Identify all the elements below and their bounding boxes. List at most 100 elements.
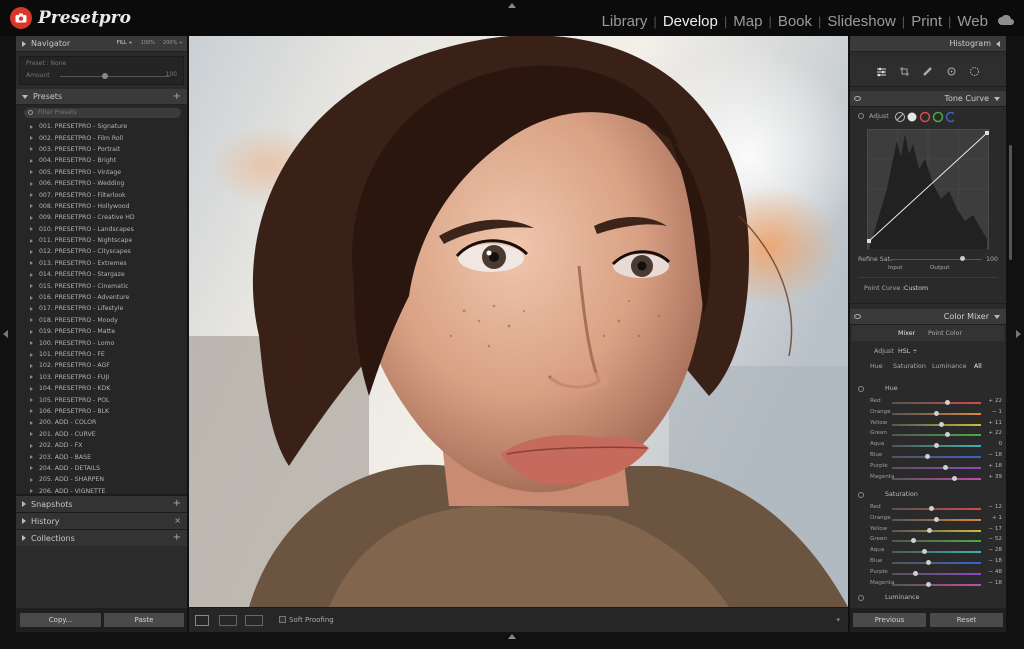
amount-slider-track[interactable] — [60, 76, 170, 77]
preset-folder[interactable]: 005. PRESETPRO - Vintage — [16, 167, 187, 178]
slider-knob[interactable] — [925, 454, 931, 459]
clear-history-icon[interactable]: × — [174, 516, 181, 525]
hsl-tab-all[interactable]: All — [974, 363, 982, 370]
hsl-tab-luminance[interactable]: Luminance — [932, 363, 966, 370]
cloud-icon[interactable] — [998, 15, 1014, 25]
slider-knob[interactable] — [944, 432, 950, 438]
preset-folder[interactable]: 012. PRESETPRO - Cityscapes — [16, 246, 187, 257]
hue-slider-green[interactable]: Green + 22 — [858, 429, 1002, 440]
add-collection-icon[interactable]: + — [173, 533, 181, 543]
saturation-slider-red[interactable]: Red − 12 — [858, 503, 1002, 514]
slider-track[interactable] — [892, 540, 981, 543]
slider-track[interactable] — [892, 423, 981, 426]
snapshots-header[interactable]: Snapshots + — [16, 495, 187, 512]
saturation-slider-yellow[interactable]: Yellow − 17 — [858, 525, 1002, 536]
module-map[interactable]: Map — [733, 13, 762, 30]
preset-folder[interactable]: 100. PRESETPRO - Lomo — [16, 337, 187, 348]
target-adjust-icon[interactable] — [858, 386, 864, 392]
curve-channel-picker[interactable] — [894, 111, 954, 123]
slider-track[interactable] — [892, 402, 981, 404]
eye-icon[interactable] — [854, 314, 861, 319]
preset-folder[interactable]: 002. PRESETPRO - Film Roll — [16, 132, 187, 143]
preset-folder[interactable]: 001. PRESETPRO - Signature — [16, 121, 187, 132]
previous-button[interactable]: Previous — [853, 613, 926, 627]
hsl-tab-hue[interactable]: Hue — [870, 363, 883, 370]
preset-folder[interactable]: 103. PRESETPRO - FUJI — [16, 372, 187, 383]
filmstrip-toggle-icon[interactable] — [508, 634, 516, 639]
hue-slider-purple[interactable]: Purple + 18 — [858, 462, 1002, 473]
preset-folder[interactable]: 010. PRESETPRO - Landscapes — [16, 224, 187, 235]
slider-knob[interactable] — [934, 516, 939, 522]
hue-slider-blue[interactable]: Blue − 18 — [858, 451, 1002, 462]
saturation-slider-aqua[interactable]: Aqua − 28 — [858, 546, 1002, 557]
module-develop[interactable]: Develop — [663, 13, 718, 30]
slider-knob[interactable] — [951, 475, 957, 481]
tone-curve-graph[interactable] — [867, 129, 989, 249]
left-panel-toggle-icon[interactable] — [3, 330, 8, 338]
preset-folder[interactable]: 101. PRESETPRO - FE — [16, 349, 187, 360]
preset-folder[interactable]: 200. ADD - COLOR — [16, 417, 187, 428]
adjust-mode-select[interactable]: HSL ÷ — [898, 348, 918, 355]
hue-slider-orange[interactable]: Orange − 1 — [858, 408, 1002, 419]
hue-slider-magenta[interactable]: Magenta + 39 — [858, 473, 1002, 484]
preset-search-input[interactable]: Filter Presets — [24, 108, 181, 118]
module-library[interactable]: Library — [602, 13, 648, 30]
preset-folder[interactable]: 009. PRESETPRO - Creative HD — [16, 212, 187, 223]
module-print[interactable]: Print — [911, 13, 942, 30]
preset-folder[interactable]: 102. PRESETPRO - AGF — [16, 360, 187, 371]
slider-knob[interactable] — [925, 581, 931, 587]
top-panel-toggle-icon[interactable] — [508, 3, 516, 8]
slider-knob[interactable] — [934, 410, 939, 416]
edit-sliders-icon[interactable] — [876, 66, 887, 77]
healing-icon[interactable] — [922, 66, 933, 77]
slider-track[interactable] — [892, 434, 981, 437]
crop-icon[interactable] — [899, 66, 910, 77]
preset-folder[interactable]: 014. PRESETPRO - Stargaze — [16, 269, 187, 280]
module-slideshow[interactable]: Slideshow — [827, 13, 895, 30]
slider-track[interactable] — [892, 583, 981, 586]
mixer-tab[interactable]: Mixer — [898, 330, 915, 337]
history-header[interactable]: History × — [16, 512, 187, 529]
target-adjust-icon[interactable] — [858, 113, 864, 119]
soft-proofing-checkbox[interactable] — [279, 616, 286, 623]
color-mixer-header[interactable]: Color Mixer — [850, 309, 1006, 325]
tone-curve-header[interactable]: Tone Curve — [850, 91, 1006, 107]
point-curve-select[interactable]: Custom — [904, 285, 928, 292]
zoom-100[interactable]: 100% — [141, 40, 155, 46]
preset-folder[interactable]: 015. PRESETPRO - Cinematic — [16, 280, 187, 291]
slider-track[interactable] — [892, 562, 981, 564]
slider-knob[interactable] — [942, 464, 948, 470]
preset-folder[interactable]: 003. PRESETPRO - Portrait — [16, 144, 187, 155]
hue-slider-yellow[interactable]: Yellow + 11 — [858, 419, 1002, 430]
navigator-header[interactable]: Navigator FILL ÷ 100% 200% ÷ — [16, 36, 187, 52]
slider-track[interactable] — [892, 466, 981, 469]
slider-knob[interactable] — [939, 421, 945, 427]
toolbar-menu-icon[interactable]: ▾ — [836, 616, 840, 624]
preset-folder[interactable]: 019. PRESETPRO - Matte — [16, 326, 187, 337]
preset-folder[interactable]: 011. PRESETPRO - Nightscape — [16, 235, 187, 246]
eye-icon[interactable] — [854, 96, 861, 101]
slider-knob[interactable] — [934, 443, 939, 449]
collections-header[interactable]: Collections + — [16, 529, 187, 546]
preset-folder[interactable]: 007. PRESETPRO - Filterlook — [16, 189, 187, 200]
module-book[interactable]: Book — [778, 13, 812, 30]
preset-folder[interactable]: 013. PRESETPRO - Extremes — [16, 258, 187, 269]
slider-track[interactable] — [892, 529, 981, 532]
refine-sat-knob[interactable] — [960, 256, 965, 261]
preset-folder[interactable]: 202. ADD - FX — [16, 440, 187, 451]
preset-folder[interactable]: 018. PRESETPRO - Moody — [16, 315, 187, 326]
preset-folder[interactable]: 201. ADD - CURVE — [16, 429, 187, 440]
preset-folder[interactable]: 008. PRESETPRO - Hollywood — [16, 201, 187, 212]
saturation-slider-orange[interactable]: Orange + 1 — [858, 514, 1002, 525]
preset-folder[interactable]: 105. PRESETPRO - POL — [16, 394, 187, 405]
loupe-view-icon[interactable] — [195, 615, 209, 626]
slider-track[interactable] — [892, 508, 981, 510]
before-after-icon[interactable] — [219, 615, 237, 626]
slider-knob[interactable] — [921, 549, 927, 555]
slider-knob[interactable] — [926, 527, 932, 533]
preset-folder[interactable]: 106. PRESETPRO - BLK — [16, 406, 187, 417]
add-snapshot-icon[interactable]: + — [173, 499, 181, 509]
right-panel-scrollbar[interactable] — [1009, 145, 1012, 260]
slider-track[interactable] — [892, 456, 981, 458]
slider-track[interactable] — [892, 572, 981, 575]
